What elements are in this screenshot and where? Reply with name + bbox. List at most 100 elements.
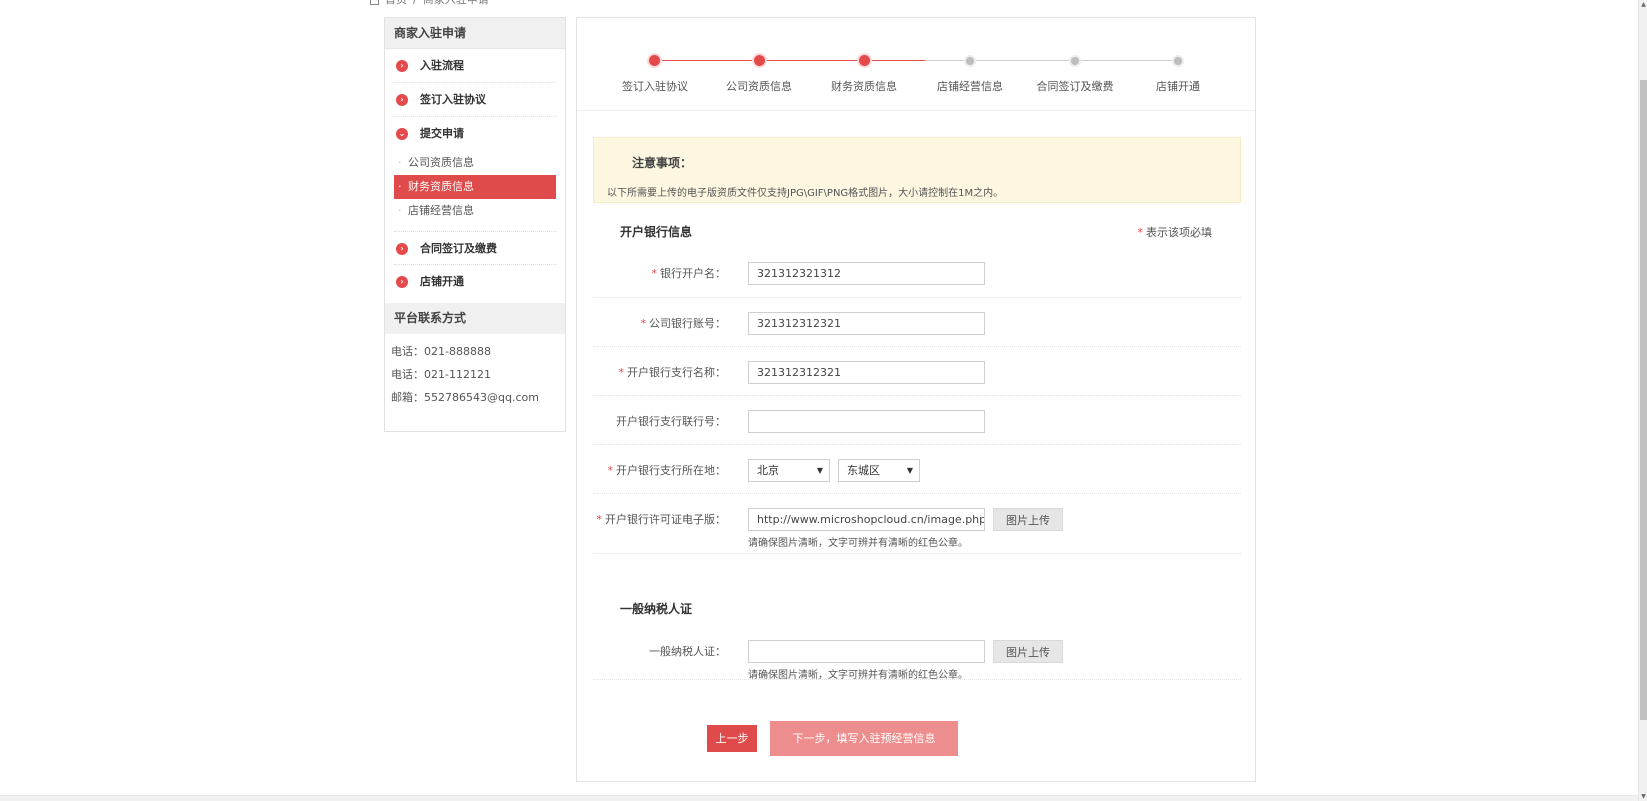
account-no-label-text: 公司银行账号： [649, 317, 726, 330]
progress-label-3: 财务资质信息 [831, 80, 897, 93]
sidebar-step-contract[interactable]: › 合同签订及缴费 [394, 231, 556, 265]
progress-label-6: 店铺开通 [1156, 80, 1200, 93]
branch-name-input[interactable]: 321312312321 [748, 361, 985, 384]
license-input[interactable]: http://www.microshopcloud.cn/image.php/ [748, 508, 985, 531]
notice-box: 注意事项： 以下所需要上传的电子版资质文件仅支持JPG\GIF\PNG格式图片，… [593, 137, 1241, 203]
account-name-label: * 银行开户名： [652, 265, 727, 281]
contact-title: 平台联系方式 [385, 303, 565, 334]
progress-dot-3 [859, 55, 870, 66]
chevron-right-circle-icon: › [396, 60, 408, 72]
form-row-tax-cert: 一般纳税人证： 图片上传 请确保图片清晰，文字可辨并有清晰的红色公章。 [593, 626, 1241, 681]
required-star: * [651, 267, 658, 280]
progress-line-done [760, 60, 860, 61]
district-selected: 东城区 [847, 464, 880, 477]
sidebar-step-label: 签订入驻协议 [420, 93, 486, 106]
account-name-label-text: 银行开户名： [660, 267, 726, 280]
sidebar-sub-finance[interactable]: 财务资质信息 [394, 175, 556, 199]
scrollbar-thumb[interactable] [1640, 80, 1647, 720]
scroll-up-icon[interactable]: ▲ [1640, 0, 1647, 9]
sidebar: 商家入驻申请 › 入驻流程 › 签订入驻协议 ⌄ 提交申请 公司资质信息 财务资… [384, 17, 566, 432]
sidebar-sub-company[interactable]: 公司资质信息 [394, 151, 556, 175]
province-selected: 北京 [757, 464, 779, 477]
progress-label-2: 公司资质信息 [726, 80, 792, 93]
account-no-label: * 公司银行账号： [641, 315, 727, 331]
form-row-branch-name: * 开户银行支行名称： 321312312321 [593, 347, 1241, 396]
chevron-right-circle-icon: › [396, 276, 408, 288]
account-name-input[interactable]: 321312321312 [748, 262, 985, 285]
caret-down-icon: ▼ [906, 466, 913, 475]
required-star: * [618, 366, 625, 379]
progress-line-todo [925, 60, 1175, 61]
sidebar-step-process[interactable]: › 入驻流程 [394, 49, 556, 83]
horizontal-scrollbar[interactable] [0, 795, 1638, 801]
progress-steps: 签订入驻协议 公司资质信息 财务资质信息 店铺经营信息 合同签订及缴费 店铺开通 [577, 18, 1255, 111]
required-star: * [607, 464, 614, 477]
form-row-license: * 开户银行许可证电子版： http://www.microshopcloud.c… [593, 494, 1241, 554]
sidebar-step-agreement[interactable]: › 签订入驻协议 [394, 83, 556, 117]
notice-text: 以下所需要上传的电子版资质文件仅支持JPG\GIF\PNG格式图片，大小请控制在… [607, 188, 1004, 199]
prev-step-button[interactable]: 上一步 [707, 725, 757, 752]
sidebar-step-submit[interactable]: ⌄ 提交申请 [394, 117, 556, 151]
sidebar-step-label: 店铺开通 [420, 275, 464, 288]
breadcrumb-current: 商家入驻申请 [423, 0, 489, 8]
progress-dot-5 [1071, 57, 1079, 65]
home-icon [370, 0, 379, 5]
form-row-branch-code: 开户银行支行联行号： [593, 396, 1241, 445]
breadcrumb: 首页 / 商家入驻申请 [370, 0, 489, 8]
contact-email: 邮箱：552786543@qq.com [391, 391, 539, 404]
sidebar-step-label: 提交申请 [420, 127, 464, 140]
next-step-button[interactable]: 下一步，填写入驻预经营信息 [770, 721, 958, 756]
progress-line-done [655, 60, 755, 61]
license-upload-button[interactable]: 图片上传 [993, 508, 1063, 531]
progress-label-5: 合同签订及缴费 [1036, 80, 1114, 93]
contact-phone-1: 电话：021-888888 [391, 345, 491, 358]
tax-cert-upload-button[interactable]: 图片上传 [993, 640, 1063, 663]
branch-code-input[interactable] [748, 410, 985, 433]
sidebar-sub-store[interactable]: 店铺经营信息 [394, 199, 556, 223]
progress-dot-4 [966, 57, 974, 65]
required-note-text: 表示该项必填 [1146, 226, 1212, 239]
main-panel: 签订入驻协议 公司资质信息 财务资质信息 店铺经营信息 合同签订及缴费 店铺开通… [576, 17, 1256, 782]
tax-cert-hint: 请确保图片清晰，文字可辨并有清晰的红色公章。 [748, 670, 968, 681]
required-note: * 表示该项必填 [1138, 224, 1213, 240]
contact-phone-2: 电话：021-112121 [391, 368, 491, 381]
progress-dot-6 [1174, 57, 1182, 65]
district-select[interactable]: 东城区 ▼ [838, 459, 920, 482]
chevron-right-circle-icon: › [396, 243, 408, 255]
sidebar-step-label: 入驻流程 [420, 59, 464, 72]
progress-dot-1 [649, 55, 660, 66]
progress-dot-2 [754, 55, 765, 66]
account-no-input[interactable]: 321312312321 [748, 312, 985, 335]
vertical-scrollbar[interactable]: ▲ ▼ [1638, 0, 1647, 801]
form-row-account-name: * 银行开户名： 321312321312 [593, 248, 1241, 298]
sidebar-step-label: 合同签订及缴费 [420, 242, 497, 255]
sidebar-step-open-store[interactable]: › 店铺开通 [394, 265, 556, 299]
branch-name-label: * 开户银行支行名称： [619, 364, 727, 380]
tax-cert-label: 一般纳税人证： [649, 645, 726, 658]
sidebar-title: 商家入驻申请 [385, 18, 565, 49]
form-row-account-no: * 公司银行账号： 321312312321 [593, 298, 1241, 347]
license-label: * 开户银行许可证电子版： [597, 511, 727, 527]
province-select[interactable]: 北京 ▼ [748, 459, 830, 482]
tax-section-title: 一般纳税人证 [620, 602, 693, 616]
license-hint: 请确保图片清晰，文字可辨并有清晰的红色公章。 [748, 538, 968, 549]
scroll-down-icon[interactable]: ▼ [1640, 792, 1647, 801]
license-label-text: 开户银行许可证电子版： [605, 513, 726, 526]
progress-label-4: 店铺经营信息 [937, 80, 1003, 93]
location-label-text: 开户银行支行所在地： [616, 464, 726, 477]
notice-title: 注意事项： [632, 156, 693, 170]
caret-down-icon: ▼ [816, 466, 823, 475]
breadcrumb-separator: / [413, 0, 417, 8]
progress-label-1: 签订入驻协议 [622, 80, 688, 93]
breadcrumb-home[interactable]: 首页 [385, 0, 407, 8]
bank-section-title: 开户银行信息 [620, 225, 693, 239]
form-row-location: * 开户银行支行所在地： 北京 ▼ 东城区 ▼ [593, 445, 1241, 494]
progress-line-done [865, 60, 925, 61]
chevron-right-circle-icon: › [396, 94, 408, 106]
tax-cert-input[interactable] [748, 640, 985, 663]
required-star: * [596, 513, 603, 526]
required-star: * [1137, 226, 1144, 239]
required-star: * [640, 317, 647, 330]
branch-name-label-text: 开户银行支行名称： [627, 366, 726, 379]
location-label: * 开户银行支行所在地： [608, 462, 727, 478]
